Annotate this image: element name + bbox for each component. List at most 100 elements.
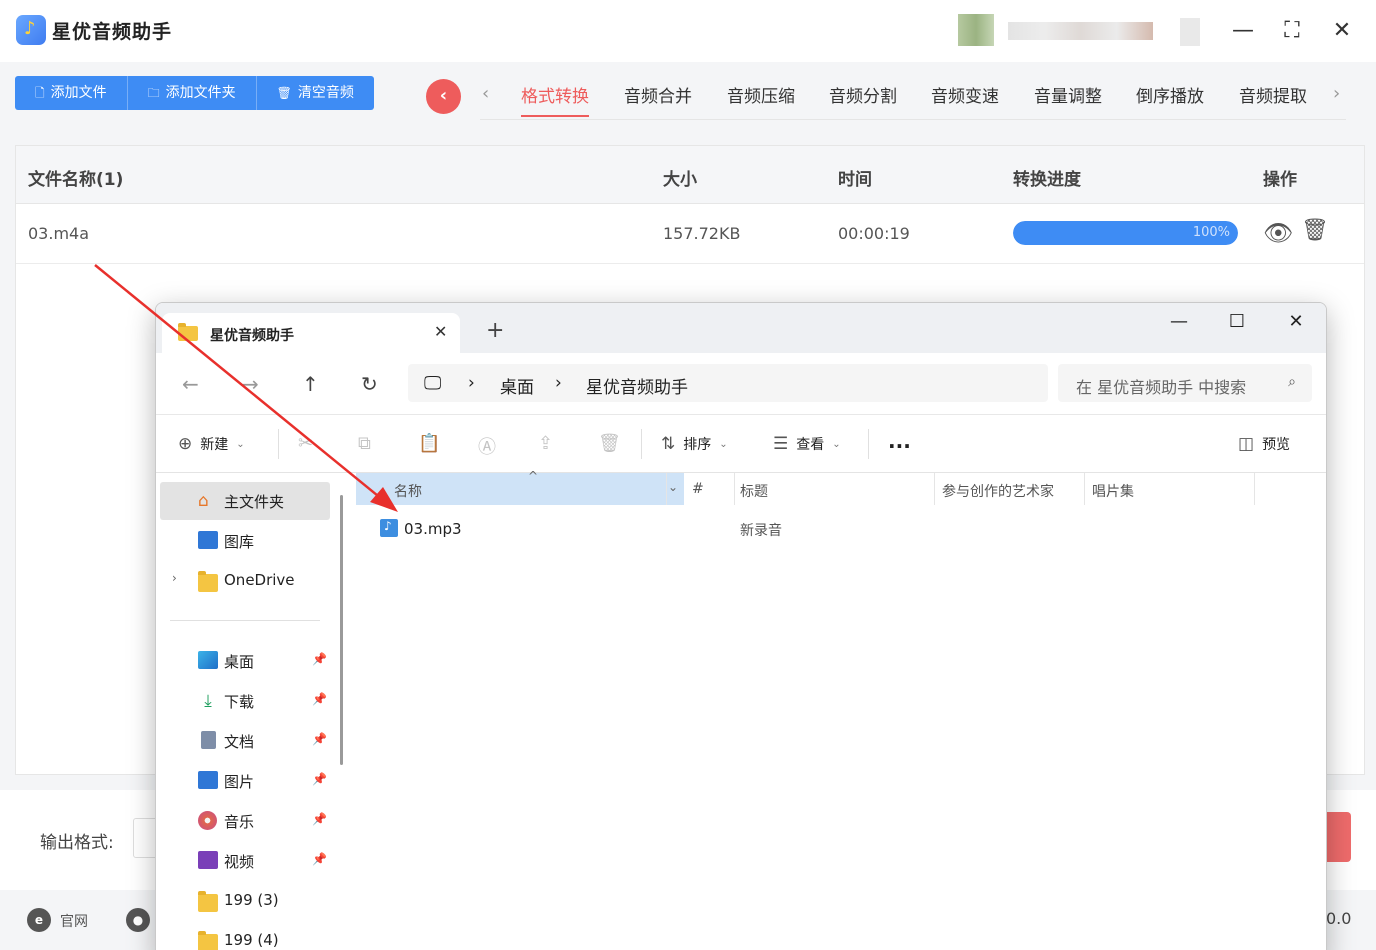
- document-icon: [201, 731, 216, 749]
- table-header: 文件名称(1) 大小 时间 转换进度 操作: [16, 146, 1364, 204]
- chat-icon[interactable]: ●: [126, 908, 150, 932]
- nav-downloads[interactable]: ⤓ 下载 📌: [160, 682, 330, 720]
- pin-icon[interactable]: 📌: [312, 652, 327, 666]
- plus-circle-icon: ⊕: [178, 434, 193, 454]
- back-arrow-icon[interactable]: ←: [182, 372, 199, 396]
- breadcrumb-desktop[interactable]: 桌面: [500, 373, 534, 398]
- divider: [278, 429, 279, 459]
- new-button[interactable]: ⊕ 新建 ⌄: [178, 434, 245, 454]
- tab-audio-merge[interactable]: 音频合并: [624, 82, 692, 115]
- tab-close-icon[interactable]: ✕: [434, 322, 447, 341]
- collapse-back-button[interactable]: ‹: [426, 79, 461, 114]
- nav-folder-199-3[interactable]: 199 (3): [160, 882, 330, 920]
- search-input[interactable]: 在 星优音频助手 中搜索 ⌕: [1058, 364, 1312, 402]
- sort-button[interactable]: ⇅ 排序 ⌄: [661, 434, 728, 454]
- delete-trash-icon[interactable]: 🗑: [1301, 218, 1329, 243]
- col-album-header[interactable]: 唱片集: [1084, 473, 1254, 505]
- rename-icon[interactable]: Ⓐ: [478, 433, 496, 459]
- minimize-icon[interactable]: —: [1164, 311, 1194, 332]
- app-title: 星优音频助手: [52, 21, 173, 43]
- nav-folder-label: 199 (4): [224, 931, 279, 949]
- nav-downloads-label: 下载: [224, 693, 255, 711]
- website-icon[interactable]: e: [27, 908, 51, 932]
- tab-audio-split[interactable]: 音频分割: [829, 82, 897, 115]
- more-options-button[interactable]: ...: [888, 429, 911, 453]
- column-divider[interactable]: [1254, 473, 1255, 505]
- app-title-bar: 星优音频助手 — ⛶ ✕: [0, 0, 1376, 62]
- cut-icon[interactable]: ✂: [298, 433, 313, 454]
- close-icon[interactable]: ✕: [1281, 311, 1311, 332]
- col-title-header[interactable]: 标题: [734, 473, 934, 505]
- new-tab-icon[interactable]: +: [486, 320, 504, 342]
- explorer-tab[interactable]: 星优音频助手 ✕: [162, 313, 460, 353]
- nav-home[interactable]: ⌂ 主文件夹: [160, 482, 330, 520]
- delete-icon[interactable]: 🗑: [598, 433, 621, 454]
- tab-audio-speed[interactable]: 音频变速: [931, 82, 999, 115]
- preview-eye-icon[interactable]: 👁: [1263, 219, 1293, 247]
- audio-file-icon: [380, 519, 398, 537]
- copy-icon[interactable]: ⧉: [358, 433, 371, 454]
- table-row[interactable]: 03.m4a 157.72KB 00:00:19 100% 👁 🗑: [16, 204, 1364, 264]
- preview-label: 预览: [1262, 437, 1291, 453]
- pin-icon[interactable]: 📌: [312, 692, 327, 706]
- view-label: 查看: [796, 437, 825, 453]
- col-size: 大小: [663, 170, 697, 190]
- maximize-icon[interactable]: ☐: [1222, 311, 1252, 332]
- folder-icon: [198, 571, 218, 592]
- fullscreen-icon[interactable]: ⛶: [1275, 14, 1309, 48]
- folder-icon: [198, 891, 218, 912]
- pin-icon[interactable]: 📌: [312, 812, 327, 826]
- breadcrumb-folder[interactable]: 星优音频助手: [586, 373, 688, 398]
- tab-reverse-play[interactable]: 倒序播放: [1136, 82, 1204, 115]
- minimize-icon[interactable]: —: [1226, 14, 1260, 48]
- clear-audio-button[interactable]: 🗑 清空音频: [257, 76, 374, 110]
- view-button[interactable]: ☰ 查看 ⌄: [773, 434, 841, 454]
- folder-icon: 🗀: [147, 86, 160, 100]
- nav-divider: [170, 620, 320, 621]
- divider: [641, 429, 642, 459]
- nav-music[interactable]: 音乐 📌: [160, 802, 330, 840]
- chevron-right-icon[interactable]: ›: [172, 571, 177, 585]
- chevron-down-icon[interactable]: ⌄: [668, 480, 678, 494]
- nav-gallery[interactable]: 图库: [160, 522, 330, 560]
- add-folder-button[interactable]: 🗀 添加文件夹: [128, 76, 257, 110]
- file-title: 新录音: [740, 523, 782, 539]
- preview-pane-button[interactable]: ◫ 预览: [1238, 434, 1290, 454]
- progress-label: 100%: [1192, 225, 1230, 240]
- file-row[interactable]: 03.mp3 新录音: [356, 515, 996, 545]
- col-name-header[interactable]: 名称 ^ ⌄: [356, 469, 684, 505]
- pin-icon[interactable]: 📌: [312, 772, 327, 786]
- tab-audio-compress[interactable]: 音频压缩: [727, 82, 795, 115]
- share-icon[interactable]: ⇪: [538, 433, 553, 454]
- sort-label: 排序: [683, 437, 712, 453]
- pin-icon[interactable]: 📌: [312, 732, 327, 746]
- refresh-icon[interactable]: ↻: [361, 372, 378, 396]
- breadcrumb-sep-icon: ›: [555, 373, 562, 393]
- nav-desktop[interactable]: 桌面 📌: [160, 642, 330, 680]
- nav-pictures[interactable]: 图片 📌: [160, 762, 330, 800]
- tab-format-convert[interactable]: 格式转换: [521, 82, 589, 117]
- user-avatar[interactable]: [958, 14, 994, 46]
- nav-scrollbar[interactable]: [340, 495, 343, 765]
- feature-tabs: 格式转换 音频合并 音频压缩 音频分割 音频变速 音量调整 倒序播放 音频提取: [480, 78, 1346, 120]
- tab-volume-adjust[interactable]: 音量调整: [1034, 82, 1102, 115]
- pin-icon[interactable]: 📌: [312, 852, 327, 866]
- col-artist-header[interactable]: 参与创作的艺术家: [934, 473, 1084, 505]
- user-name-redacted: [1008, 22, 1153, 40]
- col-number-header[interactable]: #: [684, 473, 734, 505]
- nav-onedrive[interactable]: › OneDrive: [160, 562, 330, 600]
- up-arrow-icon[interactable]: ↑: [302, 372, 319, 396]
- website-link[interactable]: 官网: [60, 911, 88, 931]
- gallery-icon: [198, 531, 218, 549]
- address-bar[interactable]: 🖵 › 桌面 › 星优音频助手: [408, 364, 1048, 402]
- nav-folder-199-4[interactable]: 199 (4): [160, 922, 330, 950]
- start-convert-button[interactable]: [1324, 812, 1351, 862]
- close-icon[interactable]: ✕: [1325, 14, 1359, 48]
- forward-arrow-icon[interactable]: →: [242, 372, 259, 396]
- nav-documents[interactable]: 文档 📌: [160, 722, 330, 760]
- nav-videos[interactable]: 视频 📌: [160, 842, 330, 880]
- tab-audio-extract[interactable]: 音频提取: [1239, 82, 1307, 115]
- column-divider[interactable]: [666, 473, 667, 505]
- add-file-button[interactable]: 🗋 添加文件: [15, 76, 128, 110]
- paste-icon[interactable]: 📋: [418, 433, 440, 454]
